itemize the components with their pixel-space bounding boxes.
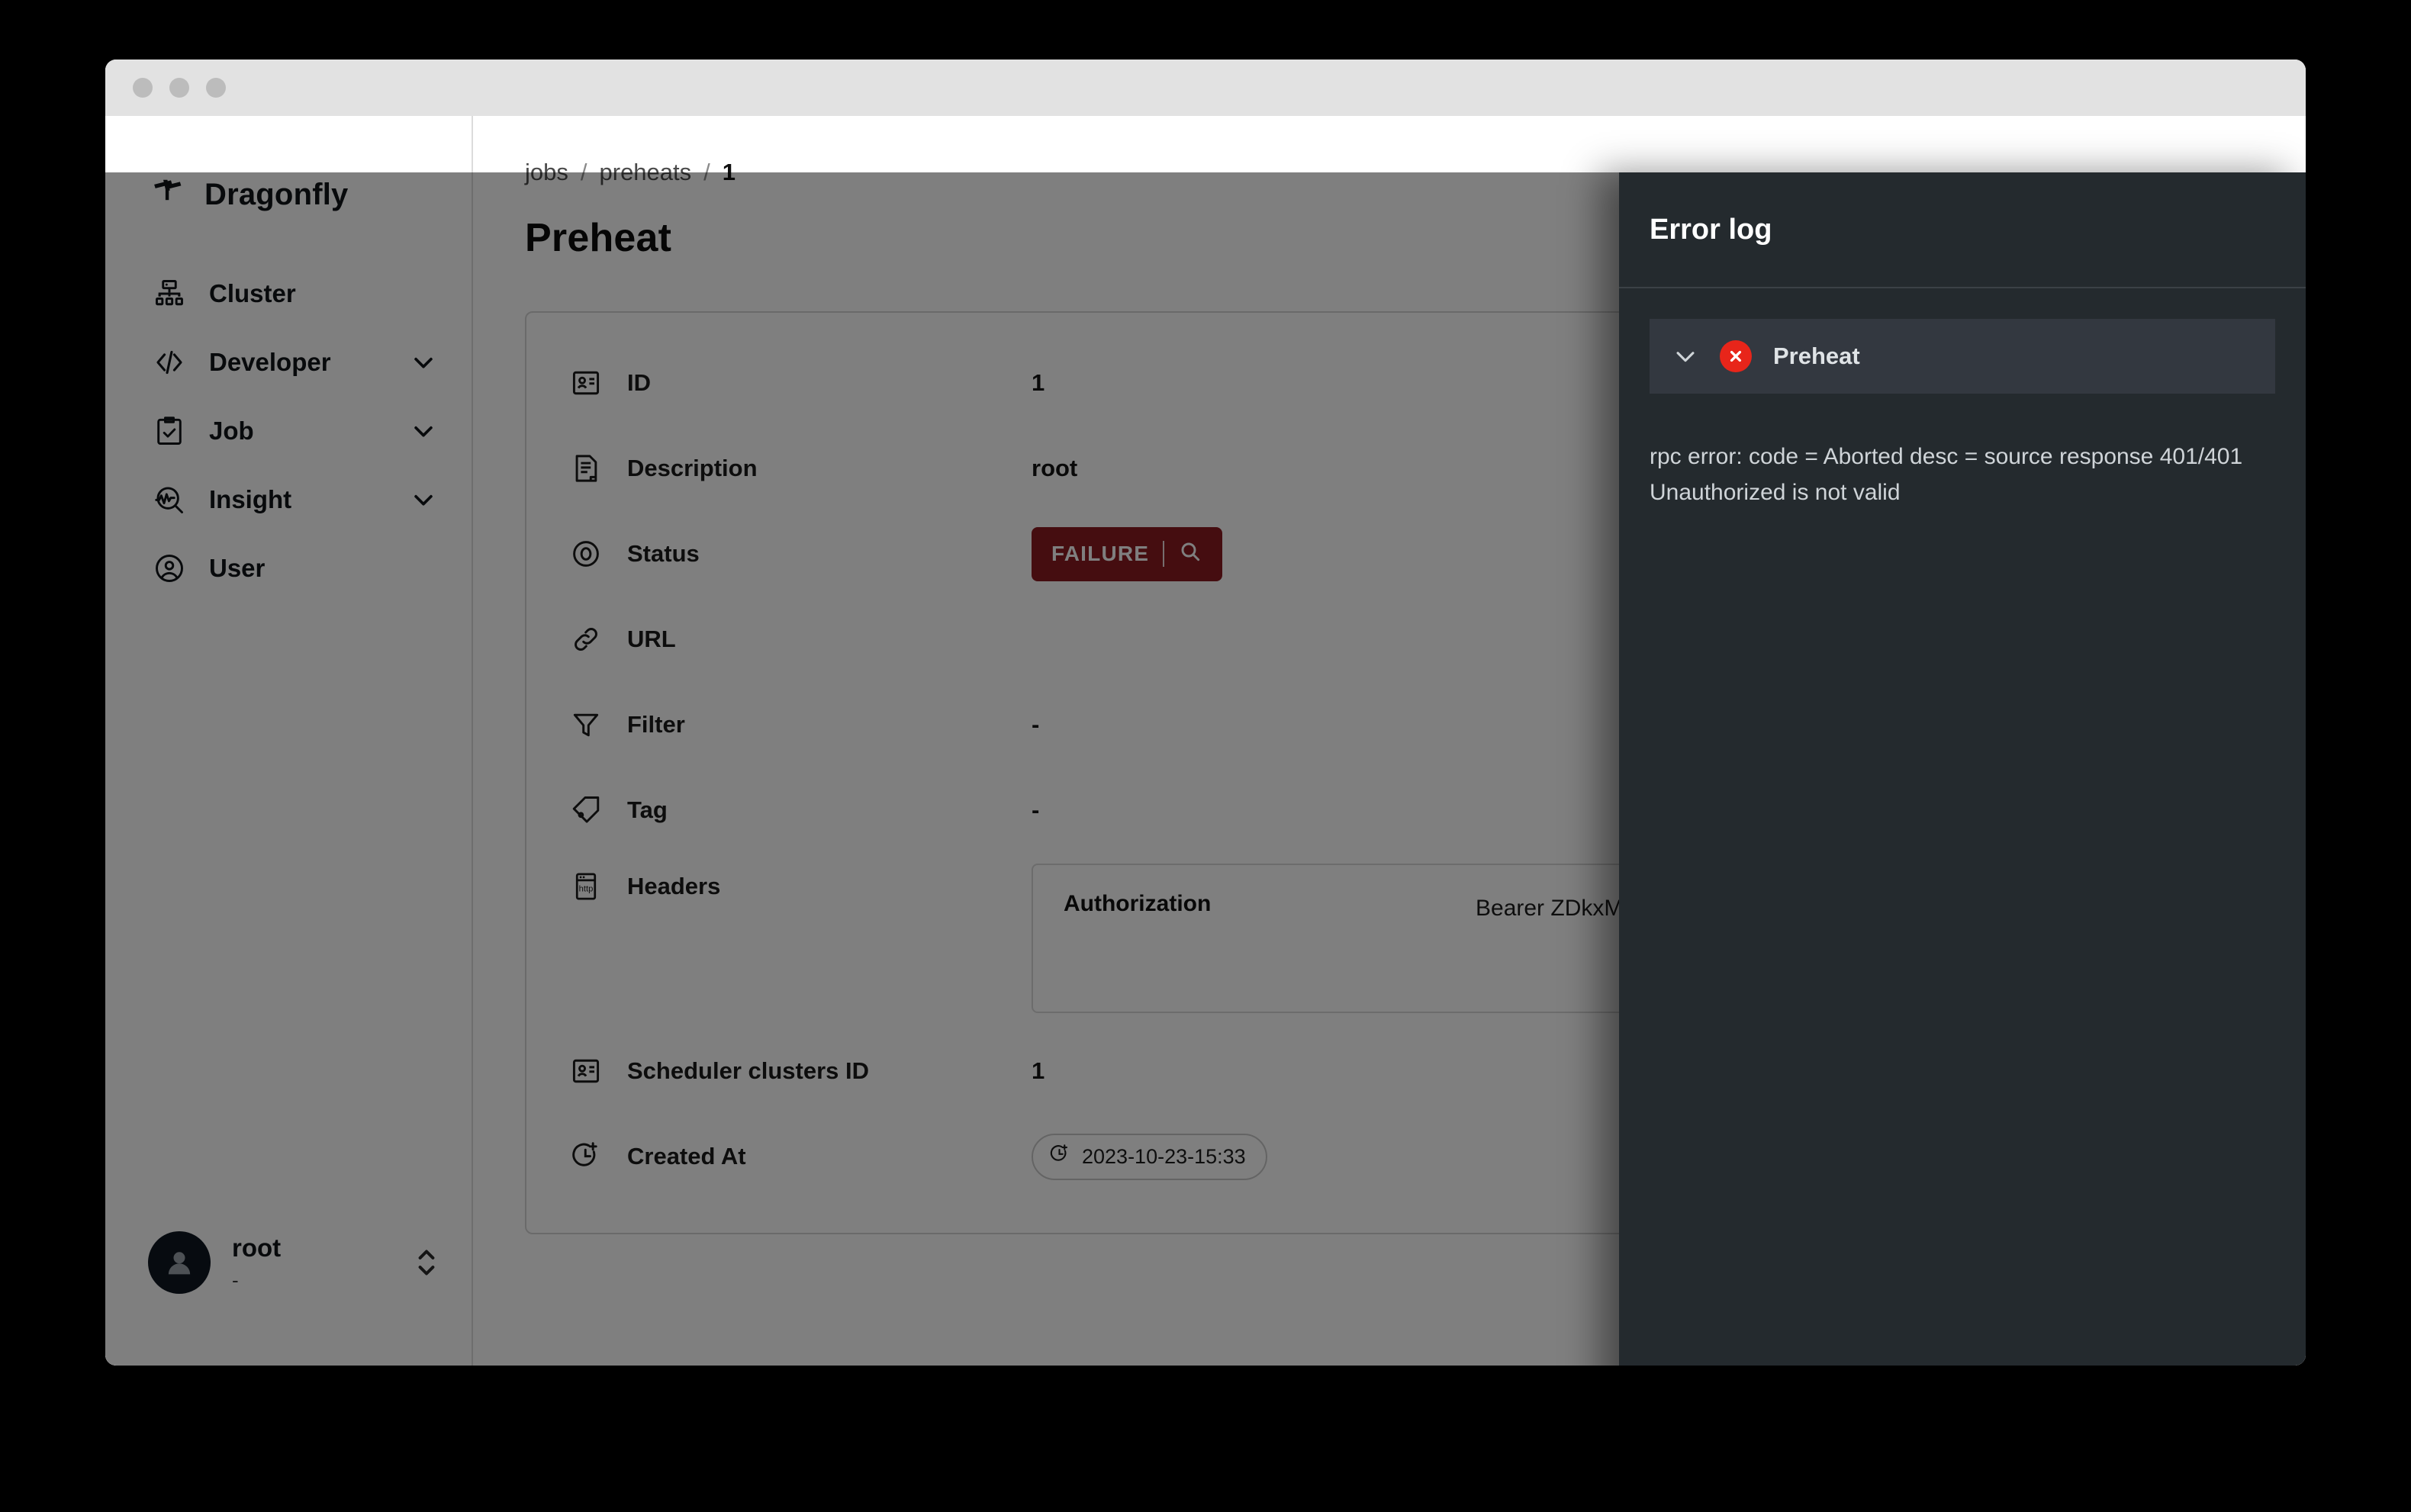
maximize-button[interactable] — [206, 78, 226, 98]
detail-label: ID — [627, 369, 651, 396]
chevron-down-icon[interactable] — [410, 418, 436, 444]
detail-label: Scheduler clusters ID — [627, 1057, 870, 1084]
detail-label: Status — [627, 540, 700, 567]
sidebar-nav: Cluster Developer Job Insight User — [105, 259, 472, 603]
sidebar-item-label: Developer — [209, 348, 331, 376]
clock-plus-icon — [569, 1140, 603, 1173]
dragonfly-logo-icon — [150, 175, 185, 214]
badge-divider — [1163, 541, 1165, 567]
error-log-title: Error log — [1650, 213, 1772, 246]
avatar-icon — [148, 1231, 211, 1294]
chevron-down-icon[interactable] — [410, 487, 436, 513]
detail-value: root — [1032, 455, 1078, 481]
sidebar-item-job[interactable]: Job — [105, 397, 472, 465]
error-log-drawer: Error log Preheat rpc error: code = Abor… — [1619, 172, 2306, 1366]
cluster-icon — [153, 277, 186, 310]
detail-value: 1 — [1032, 1057, 1045, 1084]
chevron-down-icon[interactable] — [1672, 343, 1698, 369]
detail-value: - — [1032, 796, 1040, 823]
app-window: Dragonfly Cluster Developer Job Insight … — [105, 60, 2306, 1366]
user-profile-selector[interactable]: root - — [105, 1231, 472, 1294]
breadcrumb-separator: / — [580, 159, 587, 185]
sidebar-item-label: Job — [209, 417, 254, 445]
user-text: root - — [232, 1233, 394, 1292]
window-titlebar — [105, 60, 2306, 116]
breadcrumb-separator: / — [703, 159, 710, 185]
detail-label: Tag — [627, 796, 668, 823]
detail-label: Filter — [627, 711, 685, 738]
error-log-body: Preheat rpc error: code = Aborted desc =… — [1619, 288, 2306, 510]
error-log-group-preheat[interactable]: Preheat — [1650, 319, 2275, 394]
sidebar-item-insight[interactable]: Insight — [105, 465, 472, 534]
code-icon — [153, 346, 186, 379]
breadcrumb-item-preheats[interactable]: preheats — [600, 159, 692, 186]
chevron-up-down-icon[interactable] — [415, 1241, 438, 1284]
insight-icon — [153, 483, 186, 516]
target-icon — [569, 537, 603, 571]
sidebar-item-label: Cluster — [209, 279, 296, 307]
sidebar-item-user[interactable]: User — [105, 534, 472, 603]
close-button[interactable] — [133, 78, 153, 98]
tag-icon — [569, 793, 603, 827]
chevron-down-icon[interactable] — [410, 349, 436, 375]
detail-label: URL — [627, 626, 676, 652]
error-x-icon — [1720, 340, 1752, 372]
status-badge[interactable]: FAILURE — [1032, 526, 1223, 581]
error-log-message: rpc error: code = Aborted desc = source … — [1650, 444, 2243, 505]
document-icon — [569, 452, 603, 485]
brand[interactable]: Dragonfly — [105, 162, 472, 227]
window-body: Dragonfly Cluster Developer Job Insight … — [105, 116, 2306, 1366]
header-key: Authorization — [1064, 891, 1212, 916]
user-name: root — [232, 1233, 282, 1262]
minimize-button[interactable] — [169, 78, 189, 98]
detail-label: Headers — [627, 873, 721, 899]
created-at-chip: 2023-10-23-15:33 — [1032, 1133, 1267, 1180]
breadcrumb-item-current: 1 — [722, 159, 736, 185]
status-badge-label: FAILURE — [1051, 542, 1150, 565]
sidebar-item-developer[interactable]: Developer — [105, 328, 472, 397]
detail-value: - — [1032, 711, 1040, 738]
sidebar-item-label: User — [209, 554, 266, 582]
id-card-icon — [569, 1054, 603, 1088]
error-log-header: Error log — [1619, 172, 2306, 288]
id-card-icon — [569, 366, 603, 400]
created-at-value: 2023-10-23-15:33 — [1082, 1144, 1246, 1168]
user-subtitle: - — [232, 1269, 239, 1292]
sidebar-item-label: Insight — [209, 485, 292, 513]
breadcrumb-item-jobs[interactable]: jobs — [525, 159, 568, 186]
link-icon — [569, 622, 603, 656]
magnifier-icon[interactable] — [1178, 539, 1202, 569]
clipboard-check-icon — [153, 414, 186, 448]
svg-text:http: http — [579, 885, 594, 894]
sidebar: Dragonfly Cluster Developer Job Insight … — [105, 116, 473, 1366]
user-circle-icon — [153, 552, 186, 585]
sidebar-item-cluster[interactable]: Cluster — [105, 259, 472, 328]
detail-label: Description — [627, 455, 758, 481]
error-log-group-label: Preheat — [1773, 343, 1860, 369]
clock-plus-icon — [1048, 1143, 1071, 1171]
detail-value: 1 — [1032, 369, 1045, 396]
detail-label: Created At — [627, 1143, 746, 1169]
funnel-icon — [569, 708, 603, 742]
brand-name: Dragonfly — [204, 177, 349, 211]
http-icon: http — [569, 870, 603, 903]
